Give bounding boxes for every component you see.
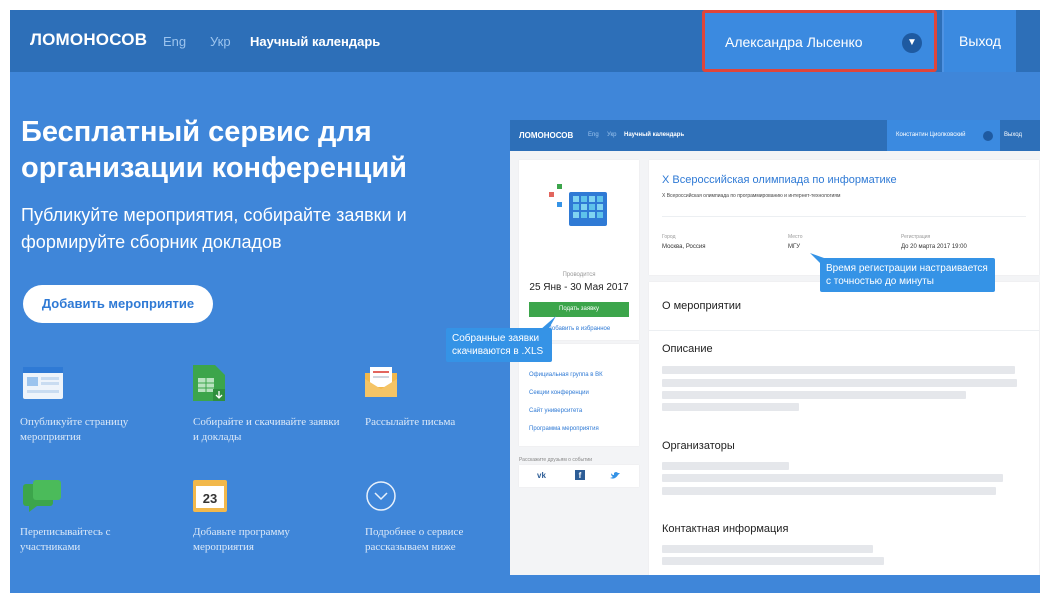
user-menu[interactable]: Александра Лысенко ▼	[702, 10, 937, 72]
preview-event-subtitle: X Всероссийская олимпиада по программиро…	[662, 193, 841, 199]
language-ukr-link[interactable]: Укр	[210, 34, 231, 49]
feature-add-program: Добавьте программу мероприятия	[193, 526, 290, 553]
preview-logo: ЛОМОНОСОВ	[519, 131, 574, 140]
feature-chat-participants: Переписывайтесь с участниками	[20, 526, 111, 553]
placeholder-line	[662, 403, 799, 411]
preview-link-program: Программа мероприятия	[529, 426, 599, 432]
vk-icon: vk	[537, 471, 546, 480]
chevron-down-icon[interactable]: ▼	[902, 33, 922, 53]
add-event-button[interactable]: Добавить мероприятие	[23, 285, 213, 323]
event-logo-icon	[549, 184, 607, 226]
twitter-icon	[610, 472, 620, 479]
envelope-icon	[365, 367, 397, 397]
preview-user-menu: Константин Циолковский	[887, 120, 1000, 151]
facebook-icon: f	[575, 470, 585, 480]
preview-chevron-icon	[983, 131, 993, 141]
top-navigation-bar: ЛОМОНОСОВ Eng Укр Научный календарь Алек…	[10, 10, 1040, 72]
science-calendar-link[interactable]: Научный календарь	[250, 34, 380, 49]
chat-icon	[23, 480, 61, 512]
preview-event-details-card: О мероприятии Описание Организаторы Конт…	[649, 282, 1039, 575]
placeholder-line	[662, 545, 873, 553]
page-icon	[23, 367, 63, 399]
preview-held-label: Проводится	[562, 272, 596, 278]
preview-calendar-link: Научный календарь	[624, 132, 685, 138]
page-frame: ЛОМОНОСОВ Eng Укр Научный календарь Алек…	[10, 10, 1040, 593]
preview-link-vk: Официальная группа в ВК	[529, 372, 603, 378]
placeholder-line	[662, 462, 789, 470]
feature-send-emails: Рассылайте письма	[365, 416, 456, 428]
preview-event-title: X Всероссийская олимпиада по информатике	[662, 174, 897, 186]
preview-user-name: Константин Циолковский	[896, 132, 966, 138]
site-logo[interactable]: ЛОМОНОСОВ	[30, 30, 147, 50]
event-page-preview: ЛОМОНОСОВ Eng Укр Научный календарь Конс…	[510, 120, 1040, 575]
preview-organizers-heading: Организаторы	[662, 440, 735, 452]
preview-topbar: ЛОМОНОСОВ Eng Укр Научный календарь Конс…	[510, 120, 1040, 151]
hero-subtitle: Публикуйте мероприятия, собирайте заявки…	[21, 205, 407, 252]
preview-contacts-heading: Контактная информация	[662, 523, 789, 535]
calendar-icon: 23	[193, 480, 227, 512]
preview-city-label: Город	[662, 234, 676, 240]
placeholder-line	[662, 557, 884, 565]
feature-more-info[interactable]: Подробнее о сервисе рассказываем ниже	[365, 525, 515, 555]
user-name: Александра Лысенко	[725, 34, 863, 50]
hero-title: Бесплатный сервис для организации конфер…	[21, 116, 408, 184]
preview-link-university: Сайт университета	[529, 408, 583, 414]
preview-about-heading: О мероприятии	[662, 300, 742, 312]
preview-apply-button: Подать заявку	[529, 302, 629, 317]
feature-collect-applications: Собирайте и скачивайте заявки и доклады	[193, 416, 340, 443]
preview-event-dates: 25 Янв - 30 Мая 2017	[529, 282, 629, 293]
preview-city-value: Москва, Россия	[662, 244, 706, 250]
spreadsheet-download-icon	[193, 365, 225, 401]
preview-registration-label: Регистрация	[901, 234, 931, 240]
topbar-edge	[1016, 10, 1040, 72]
preview-logout: Выход	[1004, 132, 1022, 138]
preview-link-sections: Секции конференции	[529, 390, 589, 396]
placeholder-line	[662, 487, 996, 495]
registration-tooltip: Время регистрации настраивается с точнос…	[820, 258, 995, 292]
preview-lang-ukr: Укр	[607, 132, 617, 138]
placeholder-line	[662, 366, 1015, 374]
language-eng-link[interactable]: Eng	[163, 34, 186, 49]
feature-publish-page: Опубликуйте страницу мероприятия	[20, 416, 129, 443]
calendar-day: 23	[203, 491, 217, 506]
chevron-circle-icon[interactable]	[365, 480, 397, 512]
placeholder-line	[662, 379, 1017, 387]
preview-registration-value: До 20 марта 2017 19:00	[901, 244, 967, 250]
tooltip-pointer	[810, 253, 824, 267]
applications-tooltip: Собранные заявки скачиваются в .XLS	[446, 328, 552, 362]
preview-share-label: Расскажите друзьям о событии	[519, 457, 592, 463]
preview-lang-eng: Eng	[588, 132, 599, 138]
placeholder-line	[662, 474, 1003, 482]
placeholder-line	[662, 391, 966, 399]
logout-button[interactable]: Выход	[944, 10, 1016, 72]
preview-share-buttons: vk f	[519, 465, 639, 487]
divider	[649, 330, 1039, 331]
preview-place-label: Место	[788, 234, 803, 240]
preview-place-value: МГУ	[788, 244, 801, 250]
preview-description-heading: Описание	[662, 343, 713, 355]
divider	[662, 216, 1026, 217]
preview-event-summary-card: Проводится 25 Янв - 30 Мая 2017 Подать з…	[519, 160, 639, 340]
tooltip-pointer	[540, 316, 556, 330]
